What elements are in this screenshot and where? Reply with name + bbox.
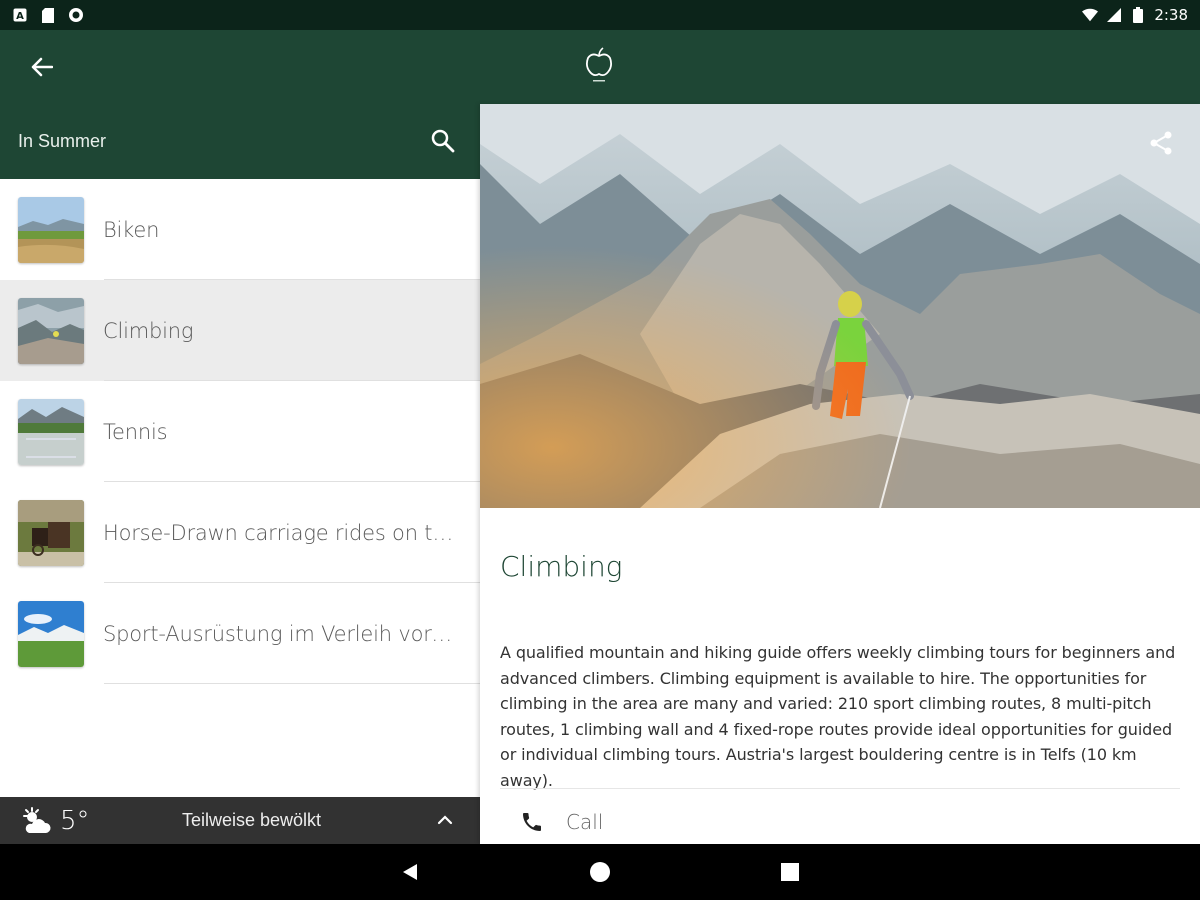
thumbnail-climbing — [18, 297, 84, 364]
list-item-sport-rental[interactable]: Sport-Ausrüstung im Verleih vorhan... — [0, 583, 480, 684]
home-circle-icon — [590, 862, 610, 882]
list-item-label: Climbing — [103, 318, 194, 343]
thumbnail-biken — [18, 196, 84, 263]
wifi-icon — [1082, 7, 1099, 23]
status-left-icons: A — [12, 7, 84, 23]
list-header: In Summer — [0, 104, 480, 179]
weather-condition: Teilweise bewölkt — [182, 810, 322, 830]
call-label: Call — [566, 810, 604, 834]
back-triangle-icon — [403, 864, 417, 880]
search-button[interactable] — [430, 128, 456, 154]
app-bar — [0, 30, 1200, 104]
list-item-horse-carriage[interactable]: Horse-Drawn carriage rides on the ... — [0, 482, 480, 583]
svg-text:A: A — [16, 11, 24, 22]
chevron-up-icon — [437, 815, 453, 825]
sim-icon — [40, 7, 56, 23]
share-icon — [1150, 131, 1172, 155]
back-button[interactable] — [22, 52, 62, 82]
thumbnail-sport-rental — [18, 600, 84, 667]
apple-logo-icon — [585, 47, 613, 82]
partly-cloudy-icon — [23, 806, 51, 833]
list-header-title: In Summer — [18, 131, 107, 151]
divider — [104, 683, 480, 684]
weather-bar[interactable]: 5° Teilweise bewölkt — [0, 797, 480, 844]
detail-description: A qualified mountain and hiking guide of… — [500, 643, 1176, 790]
thumbnail-tennis — [18, 398, 84, 465]
signal-icon — [1106, 7, 1122, 23]
nav-recents-button[interactable] — [778, 860, 802, 884]
detail-title: Climbing — [500, 550, 623, 583]
status-right: 2:38 — [1082, 6, 1188, 24]
recents-square-icon — [781, 863, 799, 881]
status-time: 2:38 — [1154, 6, 1188, 24]
arrow-back-icon — [31, 57, 53, 77]
list-item-tennis[interactable]: Tennis — [0, 381, 480, 482]
weather-temperature: 5° — [60, 805, 90, 836]
search-icon — [431, 129, 455, 153]
system-nav-bar — [0, 844, 1200, 900]
thumbnail-horse-carriage — [18, 499, 84, 566]
nav-home-button[interactable] — [588, 860, 612, 884]
a-icon: A — [12, 7, 28, 23]
hero-image — [480, 104, 1200, 508]
app-logo — [582, 44, 616, 88]
list-item-label: Horse-Drawn carriage rides on the ... — [103, 520, 458, 545]
list-item-biken[interactable]: Biken — [0, 179, 480, 280]
battery-icon — [1130, 7, 1146, 23]
category-list-pane: In Summer Biken Climbing Tennis Horse-Dr… — [0, 104, 480, 844]
share-button[interactable] — [1148, 130, 1174, 156]
circle-icon — [68, 7, 84, 23]
list-item-label: Tennis — [103, 419, 168, 444]
nav-back-button[interactable] — [398, 860, 422, 884]
list-item-climbing[interactable]: Climbing — [0, 280, 480, 381]
phone-icon — [523, 813, 541, 831]
list-item-label: Biken — [103, 217, 160, 242]
list-item-label: Sport-Ausrüstung im Verleih vorhan... — [103, 621, 458, 646]
detail-pane: Climbing A qualified mountain and hiking… — [480, 104, 1200, 844]
status-bar: A 2:38 — [0, 0, 1200, 30]
divider — [500, 788, 1180, 789]
call-button[interactable]: Call — [500, 804, 603, 840]
